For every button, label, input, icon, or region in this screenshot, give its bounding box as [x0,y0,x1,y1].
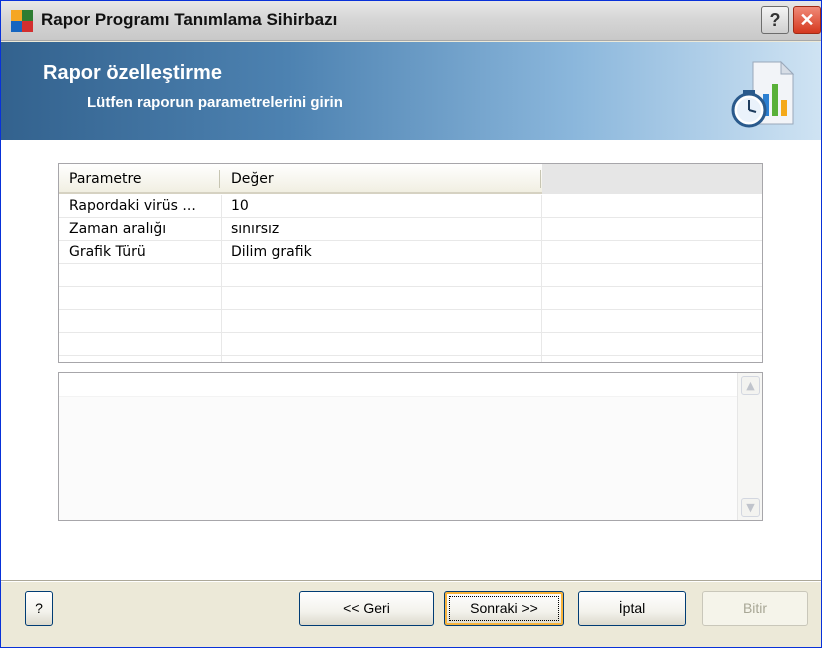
grid-header: Parametre Değer [59,164,762,194]
param-cell [69,287,219,309]
table-row[interactable] [59,333,762,356]
column-header-deger[interactable]: Değer [231,164,274,194]
table-row[interactable] [59,310,762,333]
finish-button[interactable]: Bitir [702,591,808,626]
focus-rectangle [449,596,559,621]
value-cell[interactable] [231,287,531,309]
param-cell [69,310,219,332]
column-separator[interactable] [540,170,541,188]
parameter-grid[interactable]: Parametre Değer Rapordaki virüs ... 10 Z… [58,163,763,363]
grid-header-filler [542,164,762,194]
column-separator[interactable] [219,170,220,188]
description-text [59,373,737,397]
page-title: Rapor özelleştirme [43,62,222,84]
help-button[interactable]: ? [25,591,53,626]
next-button[interactable]: Sonraki >> [444,591,564,626]
close-button[interactable]: ✕ [793,6,821,34]
back-button[interactable]: << Geri [299,591,434,626]
value-cell[interactable] [231,264,531,286]
table-row[interactable]: Zaman aralığı sınırsız [59,218,762,241]
table-row[interactable] [59,287,762,310]
param-cell: Rapordaki virüs ... [69,198,196,214]
app-logo-icon [11,10,33,32]
value-cell[interactable] [231,310,531,332]
param-cell: Grafik Türü [69,244,146,260]
wizard-window: Rapor Programı Tanımlama Sihirbazı ? ✕ R… [0,0,822,648]
column-divider [541,195,542,362]
column-divider [221,195,222,362]
description-box[interactable]: ▲ ▼ [58,372,763,521]
scroll-down-icon[interactable]: ▼ [741,498,760,517]
table-row[interactable]: Grafik Türü Dilim grafik [59,241,762,264]
wizard-header: Rapor özelleştirme Lütfen raporun parame… [1,42,821,140]
param-cell: Zaman aralığı [69,221,167,237]
table-row[interactable] [59,264,762,287]
report-schedule-icon [731,60,795,128]
value-cell[interactable]: Dilim grafik [231,241,531,263]
footer-divider [1,580,821,582]
vertical-scrollbar[interactable]: ▲ ▼ [737,373,762,520]
page-subtitle: Lütfen raporun parametrelerini girin [87,94,343,111]
column-header-parametre[interactable]: Parametre [69,164,142,194]
scroll-up-icon[interactable]: ▲ [741,376,760,395]
window-title: Rapor Programı Tanımlama Sihirbazı [41,10,338,29]
param-cell [69,333,219,355]
value-cell[interactable]: 10 [231,195,531,217]
param-cell [69,264,219,286]
title-bar[interactable]: Rapor Programı Tanımlama Sihirbazı ? ✕ [1,1,821,41]
value-cell[interactable] [231,333,531,355]
title-help-button[interactable]: ? [761,6,789,34]
table-row[interactable]: Rapordaki virüs ... 10 [59,195,762,218]
description-area [59,397,737,520]
cancel-button[interactable]: İptal [578,591,686,626]
value-cell[interactable]: sınırsız [231,218,531,240]
